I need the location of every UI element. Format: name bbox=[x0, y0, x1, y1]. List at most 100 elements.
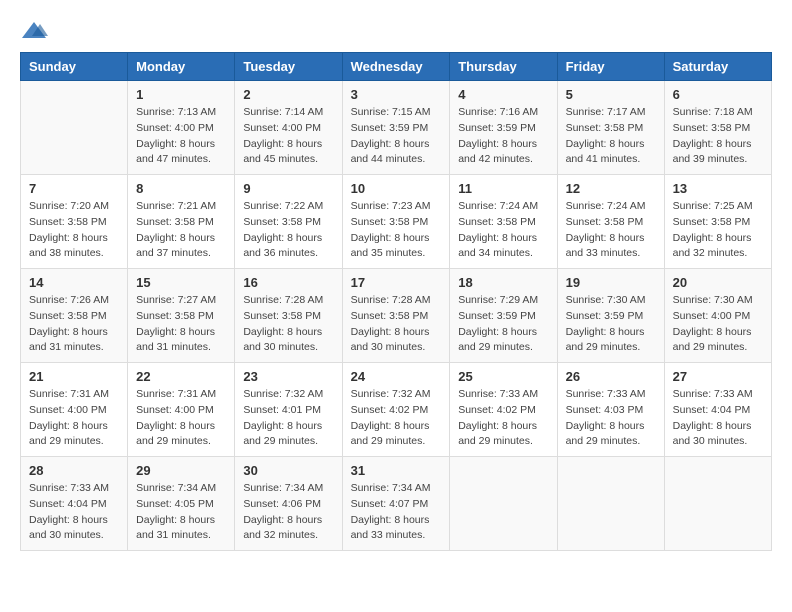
day-info: Sunrise: 7:34 AM Sunset: 4:07 PM Dayligh… bbox=[351, 481, 442, 544]
day-info: Sunrise: 7:29 AM Sunset: 3:59 PM Dayligh… bbox=[458, 293, 548, 356]
day-number: 16 bbox=[243, 275, 333, 290]
day-info: Sunrise: 7:33 AM Sunset: 4:02 PM Dayligh… bbox=[458, 387, 548, 450]
day-number: 28 bbox=[29, 463, 119, 478]
day-info: Sunrise: 7:32 AM Sunset: 4:02 PM Dayligh… bbox=[351, 387, 442, 450]
day-cell: 5 Sunrise: 7:17 AM Sunset: 3:58 PM Daylig… bbox=[557, 81, 664, 175]
day-number: 1 bbox=[136, 87, 226, 102]
day-cell: 15 Sunrise: 7:27 AM Sunset: 3:58 PM Dayli… bbox=[128, 269, 235, 363]
day-number: 17 bbox=[351, 275, 442, 290]
day-info: Sunrise: 7:31 AM Sunset: 4:00 PM Dayligh… bbox=[136, 387, 226, 450]
day-info: Sunrise: 7:30 AM Sunset: 4:00 PM Dayligh… bbox=[673, 293, 763, 356]
day-info: Sunrise: 7:32 AM Sunset: 4:01 PM Dayligh… bbox=[243, 387, 333, 450]
day-cell: 2Sunrise: 7:14 AM Sunset: 4:00 PM Daylig… bbox=[235, 81, 342, 175]
day-number: 11 bbox=[458, 181, 548, 196]
day-cell: 12 Sunrise: 7:24 AM Sunset: 3:58 PM Dayli… bbox=[557, 175, 664, 269]
day-cell: 1 Sunrise: 7:13 AM Sunset: 4:00 PM Daylig… bbox=[128, 81, 235, 175]
day-cell: 7 Sunrise: 7:20 AM Sunset: 3:58 PM Daylig… bbox=[21, 175, 128, 269]
day-cell: 30 Sunrise: 7:34 AM Sunset: 4:06 PM Dayli… bbox=[235, 457, 342, 551]
day-number: 14 bbox=[29, 275, 119, 290]
day-number: 10 bbox=[351, 181, 442, 196]
day-number: 7 bbox=[29, 181, 119, 196]
day-number: 27 bbox=[673, 369, 763, 384]
day-cell: 16 Sunrise: 7:28 AM Sunset: 3:58 PM Dayli… bbox=[235, 269, 342, 363]
day-cell: 26 Sunrise: 7:33 AM Sunset: 4:03 PM Dayli… bbox=[557, 363, 664, 457]
day-cell: 29 Sunrise: 7:34 AM Sunset: 4:05 PM Dayli… bbox=[128, 457, 235, 551]
day-cell: 28 Sunrise: 7:33 AM Sunset: 4:04 PM Dayli… bbox=[21, 457, 128, 551]
day-number: 29 bbox=[136, 463, 226, 478]
day-info: Sunrise: 7:34 AM Sunset: 4:06 PM Dayligh… bbox=[243, 481, 333, 544]
day-number: 4 bbox=[458, 87, 548, 102]
day-number: 19 bbox=[566, 275, 656, 290]
day-info: Sunrise: 7:22 AM Sunset: 3:58 PM Dayligh… bbox=[243, 199, 333, 262]
week-row-5: 28 Sunrise: 7:33 AM Sunset: 4:04 PM Dayli… bbox=[21, 457, 772, 551]
day-number: 13 bbox=[673, 181, 763, 196]
day-info: Sunrise: 7:20 AM Sunset: 3:58 PM Dayligh… bbox=[29, 199, 119, 262]
col-header-thursday: Thursday bbox=[450, 53, 557, 81]
day-info: Sunrise: 7:15 AM Sunset: 3:59 PM Dayligh… bbox=[351, 105, 442, 168]
header-row: SundayMondayTuesdayWednesdayThursdayFrid… bbox=[21, 53, 772, 81]
col-header-sunday: Sunday bbox=[21, 53, 128, 81]
day-number: 20 bbox=[673, 275, 763, 290]
day-number: 2 bbox=[243, 87, 333, 102]
day-info: Sunrise: 7:30 AM Sunset: 3:59 PM Dayligh… bbox=[566, 293, 656, 356]
day-info: Sunrise: 7:33 AM Sunset: 4:04 PM Dayligh… bbox=[673, 387, 763, 450]
day-number: 23 bbox=[243, 369, 333, 384]
day-info: Sunrise: 7:13 AM Sunset: 4:00 PM Dayligh… bbox=[136, 105, 226, 168]
day-cell bbox=[21, 81, 128, 175]
day-info: Sunrise: 7:24 AM Sunset: 3:58 PM Dayligh… bbox=[566, 199, 656, 262]
day-number: 22 bbox=[136, 369, 226, 384]
day-cell: 23 Sunrise: 7:32 AM Sunset: 4:01 PM Dayli… bbox=[235, 363, 342, 457]
day-number: 31 bbox=[351, 463, 442, 478]
day-number: 5 bbox=[566, 87, 656, 102]
day-number: 9 bbox=[243, 181, 333, 196]
col-header-friday: Friday bbox=[557, 53, 664, 81]
day-cell bbox=[450, 457, 557, 551]
day-cell: 22 Sunrise: 7:31 AM Sunset: 4:00 PM Dayli… bbox=[128, 363, 235, 457]
day-cell bbox=[557, 457, 664, 551]
day-cell: 8Sunrise: 7:21 AM Sunset: 3:58 PM Daylig… bbox=[128, 175, 235, 269]
day-info: Sunrise: 7:33 AM Sunset: 4:04 PM Dayligh… bbox=[29, 481, 119, 544]
day-cell: 4 Sunrise: 7:16 AM Sunset: 3:59 PM Daylig… bbox=[450, 81, 557, 175]
col-header-saturday: Saturday bbox=[664, 53, 771, 81]
day-number: 8 bbox=[136, 181, 226, 196]
day-number: 24 bbox=[351, 369, 442, 384]
col-header-wednesday: Wednesday bbox=[342, 53, 450, 81]
day-info: Sunrise: 7:17 AM Sunset: 3:58 PM Dayligh… bbox=[566, 105, 656, 168]
day-info: Sunrise: 7:31 AM Sunset: 4:00 PM Dayligh… bbox=[29, 387, 119, 450]
day-cell: 14 Sunrise: 7:26 AM Sunset: 3:58 PM Dayli… bbox=[21, 269, 128, 363]
day-cell: 24 Sunrise: 7:32 AM Sunset: 4:02 PM Dayli… bbox=[342, 363, 450, 457]
day-cell: 17 Sunrise: 7:28 AM Sunset: 3:58 PM Dayli… bbox=[342, 269, 450, 363]
day-info: Sunrise: 7:33 AM Sunset: 4:03 PM Dayligh… bbox=[566, 387, 656, 450]
week-row-2: 7 Sunrise: 7:20 AM Sunset: 3:58 PM Daylig… bbox=[21, 175, 772, 269]
logo-icon bbox=[20, 20, 48, 42]
day-cell: 11Sunrise: 7:24 AM Sunset: 3:58 PM Dayli… bbox=[450, 175, 557, 269]
day-info: Sunrise: 7:16 AM Sunset: 3:59 PM Dayligh… bbox=[458, 105, 548, 168]
day-number: 21 bbox=[29, 369, 119, 384]
day-info: Sunrise: 7:34 AM Sunset: 4:05 PM Dayligh… bbox=[136, 481, 226, 544]
day-cell: 18Sunrise: 7:29 AM Sunset: 3:59 PM Dayli… bbox=[450, 269, 557, 363]
day-number: 3 bbox=[351, 87, 442, 102]
day-cell: 13Sunrise: 7:25 AM Sunset: 3:58 PM Dayli… bbox=[664, 175, 771, 269]
day-info: Sunrise: 7:18 AM Sunset: 3:58 PM Dayligh… bbox=[673, 105, 763, 168]
day-cell bbox=[664, 457, 771, 551]
day-cell: 19 Sunrise: 7:30 AM Sunset: 3:59 PM Dayli… bbox=[557, 269, 664, 363]
page-header bbox=[20, 20, 772, 42]
day-number: 6 bbox=[673, 87, 763, 102]
day-number: 12 bbox=[566, 181, 656, 196]
week-row-4: 21 Sunrise: 7:31 AM Sunset: 4:00 PM Dayli… bbox=[21, 363, 772, 457]
day-info: Sunrise: 7:27 AM Sunset: 3:58 PM Dayligh… bbox=[136, 293, 226, 356]
week-row-3: 14 Sunrise: 7:26 AM Sunset: 3:58 PM Dayli… bbox=[21, 269, 772, 363]
day-number: 15 bbox=[136, 275, 226, 290]
day-cell: 21 Sunrise: 7:31 AM Sunset: 4:00 PM Dayli… bbox=[21, 363, 128, 457]
calendar-table: SundayMondayTuesdayWednesdayThursdayFrid… bbox=[20, 52, 772, 551]
day-cell: 6 Sunrise: 7:18 AM Sunset: 3:58 PM Daylig… bbox=[664, 81, 771, 175]
day-cell: 31 Sunrise: 7:34 AM Sunset: 4:07 PM Dayli… bbox=[342, 457, 450, 551]
day-info: Sunrise: 7:28 AM Sunset: 3:58 PM Dayligh… bbox=[243, 293, 333, 356]
day-info: Sunrise: 7:26 AM Sunset: 3:58 PM Dayligh… bbox=[29, 293, 119, 356]
day-info: Sunrise: 7:28 AM Sunset: 3:58 PM Dayligh… bbox=[351, 293, 442, 356]
day-cell: 25 Sunrise: 7:33 AM Sunset: 4:02 PM Dayli… bbox=[450, 363, 557, 457]
day-cell: 20 Sunrise: 7:30 AM Sunset: 4:00 PM Dayli… bbox=[664, 269, 771, 363]
day-number: 26 bbox=[566, 369, 656, 384]
day-number: 25 bbox=[458, 369, 548, 384]
day-number: 30 bbox=[243, 463, 333, 478]
